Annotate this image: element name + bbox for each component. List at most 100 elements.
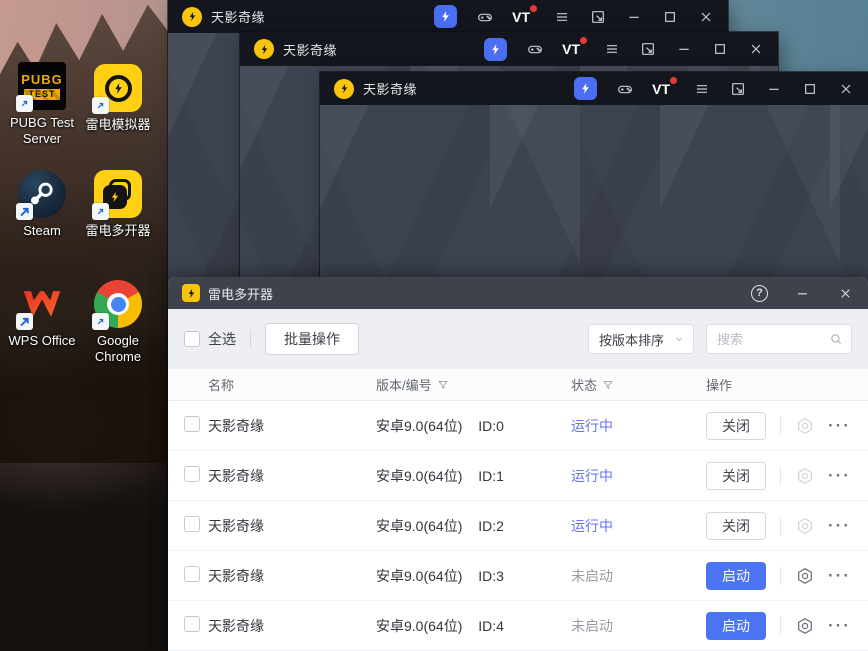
minimize-button[interactable] (765, 80, 782, 97)
row-checkbox[interactable] (184, 566, 200, 582)
titlebar[interactable]: 天影奇缘 VT (168, 0, 728, 33)
shortcut-arrow-icon (16, 313, 33, 330)
minimize-button[interactable] (675, 41, 692, 58)
status-text: 未启动 (571, 617, 613, 634)
table-row: 天影奇缘 安卓9.0(64位) ID:2 运行中 关闭 (168, 501, 868, 551)
minimize-button[interactable] (794, 285, 811, 302)
instance-id: ID:2 (478, 517, 504, 534)
instance-name: 天影奇缘 (208, 617, 264, 634)
settings-gear-icon[interactable] (795, 566, 815, 586)
action-cell: 关闭 (706, 411, 852, 440)
menu-icon[interactable] (693, 80, 710, 97)
settings-gear-icon[interactable] (795, 416, 815, 436)
filter-icon[interactable] (437, 379, 449, 391)
desktop-icon-ld-emulator[interactable]: 雷电模拟器 (80, 64, 156, 133)
app-logo-icon (182, 6, 202, 27)
menu-icon[interactable] (553, 8, 570, 25)
table-row: 天影奇缘 安卓9.0(64位) ID:3 未启动 启动 (168, 551, 868, 601)
more-options-icon[interactable] (828, 571, 851, 581)
shortcut-arrow-icon (92, 97, 109, 114)
resize-window-icon[interactable] (729, 80, 746, 97)
steam-icon (16, 170, 66, 220)
manager-titlebar[interactable]: 雷电多开器 (168, 277, 868, 309)
boost-icon[interactable] (574, 77, 598, 100)
close-button[interactable] (837, 80, 854, 97)
gamepad-icon[interactable] (526, 41, 543, 58)
desktop-icon-google-chrome[interactable]: Google Chrome (80, 280, 156, 366)
vt-label: VT (562, 41, 580, 57)
row-checkbox[interactable] (184, 516, 200, 532)
row-checkbox[interactable] (184, 416, 200, 432)
action-cell: 关闭 (706, 511, 852, 540)
vt-icon[interactable]: VT (512, 4, 537, 25)
action-divider (780, 616, 781, 635)
window-title: 天影奇缘 (211, 10, 266, 25)
window-title: 天影奇缘 (283, 42, 338, 58)
table-row: 天影奇缘 安卓9.0(64位) ID:0 运行中 关闭 (168, 401, 868, 451)
titlebar[interactable]: 天影奇缘 VT (240, 32, 778, 66)
android-version: 安卓9.0(64位) (376, 417, 463, 434)
instance-id: ID:0 (478, 417, 504, 434)
action-button[interactable]: 启动 (706, 611, 766, 640)
minimize-button[interactable] (625, 8, 642, 25)
maximize-button[interactable] (661, 8, 678, 25)
action-divider (780, 416, 781, 435)
instance-id: ID:3 (478, 567, 504, 584)
boost-icon[interactable] (434, 5, 458, 28)
select-all-checkbox[interactable] (184, 331, 200, 347)
desktop-icon-steam[interactable]: Steam (4, 170, 80, 239)
manager-title: 雷电多开器 (208, 286, 274, 302)
settings-gear-icon[interactable] (795, 516, 815, 536)
instance-id: ID:4 (478, 617, 504, 634)
desktop-icon-label: PUBG Test Server (9, 115, 75, 147)
sort-dropdown[interactable]: 按版本排序 (588, 324, 694, 354)
desktop-icon-ld-multi[interactable]: 雷电多开器 (80, 170, 156, 239)
close-button[interactable] (747, 41, 764, 58)
boost-icon[interactable] (484, 37, 508, 61)
maximize-button[interactable] (801, 80, 818, 97)
maximize-button[interactable] (711, 41, 728, 58)
settings-gear-icon[interactable] (795, 466, 815, 486)
sort-dropdown-value: 按版本排序 (599, 332, 665, 348)
vt-label: VT (652, 80, 670, 97)
gamepad-icon[interactable] (476, 8, 493, 25)
action-button[interactable]: 关闭 (706, 461, 766, 490)
ld-multi-icon (92, 170, 142, 220)
pubg-icon: PUBG TEST (16, 62, 66, 112)
vt-icon[interactable]: VT (652, 76, 677, 97)
action-divider (780, 516, 781, 535)
filter-icon[interactable] (602, 379, 614, 391)
more-options-icon[interactable] (828, 621, 851, 631)
row-checkbox[interactable] (184, 616, 200, 632)
android-version: 安卓9.0(64位) (376, 517, 463, 534)
action-button[interactable]: 关闭 (706, 511, 766, 540)
android-version: 安卓9.0(64位) (376, 467, 463, 484)
instance-id: ID:1 (478, 467, 504, 484)
desktop-icon-wps-office[interactable]: WPS Office (4, 280, 80, 349)
settings-gear-icon[interactable] (795, 616, 815, 636)
close-button[interactable] (697, 8, 714, 25)
multi-instance-manager-window: 雷电多开器 全选 批量操作 按版本排序 名称 版本/编号 (168, 277, 868, 651)
row-checkbox[interactable] (184, 466, 200, 482)
resize-window-icon[interactable] (589, 8, 606, 25)
gamepad-icon[interactable] (616, 80, 633, 97)
manager-app-icon (182, 284, 200, 302)
action-button[interactable]: 启动 (706, 561, 766, 590)
more-options-icon[interactable] (828, 471, 851, 481)
search-input[interactable] (717, 331, 829, 347)
more-options-icon[interactable] (828, 421, 851, 431)
header-action: 操作 (706, 378, 733, 393)
header-status: 状态 (571, 375, 706, 394)
vt-icon[interactable]: VT (562, 37, 587, 57)
resize-window-icon[interactable] (639, 41, 656, 58)
table-row: 天影奇缘 安卓9.0(64位) ID:1 运行中 关闭 (168, 451, 868, 501)
help-icon[interactable] (751, 284, 768, 302)
instance-name: 天影奇缘 (208, 467, 264, 484)
menu-icon[interactable] (603, 41, 620, 58)
more-options-icon[interactable] (828, 521, 851, 531)
action-button[interactable]: 关闭 (706, 411, 766, 440)
titlebar[interactable]: 天影奇缘 VT (320, 72, 868, 105)
desktop-icon-pubg-test-server[interactable]: PUBG TEST PUBG Test Server (4, 62, 80, 148)
batch-operations-button[interactable]: 批量操作 (265, 323, 359, 355)
close-button[interactable] (837, 285, 854, 302)
